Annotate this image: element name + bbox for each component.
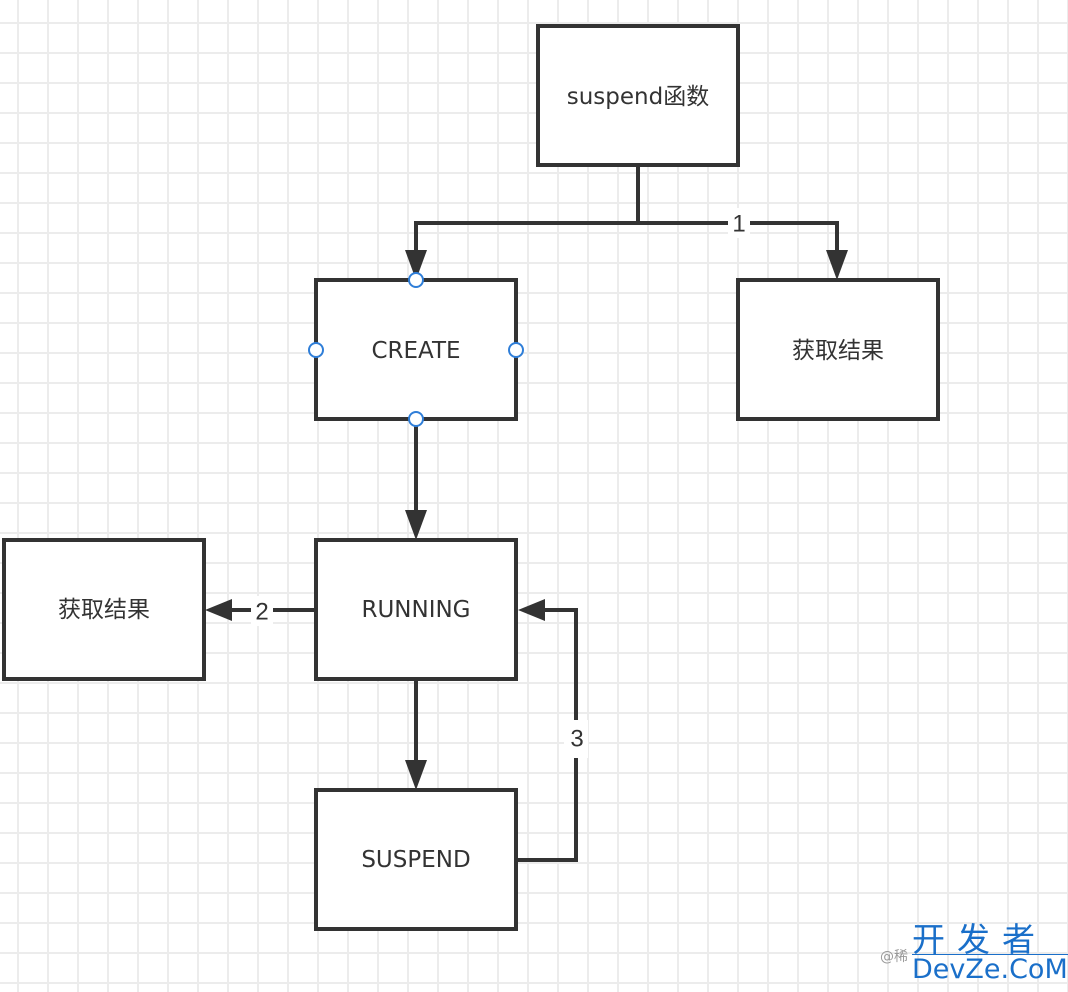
diagram-canvas[interactable]: 1 2 3 suspend函数 CREATE 获取结果 RUNNING 获取结果… bbox=[0, 0, 1068, 992]
edge-suspend-to-running[interactable]: 3 bbox=[516, 599, 588, 862]
arrowhead-icon bbox=[405, 510, 427, 540]
edge-label-1: 1 bbox=[732, 211, 745, 238]
connection-handle-right[interactable] bbox=[508, 342, 524, 358]
node-label: suspend函数 bbox=[567, 84, 709, 110]
watermark-domain: DevZe.CoM bbox=[912, 954, 1068, 985]
edge-create-to-running[interactable] bbox=[405, 420, 427, 540]
arrowhead-icon bbox=[518, 599, 545, 621]
watermark-title: 开发者 bbox=[912, 920, 1047, 959]
edge-label-2: 2 bbox=[255, 599, 268, 626]
node-get-result-1[interactable]: 获取结果 bbox=[736, 278, 940, 421]
arrowhead-icon bbox=[205, 599, 232, 621]
edge-fn-to-result-1[interactable]: 1 bbox=[638, 208, 848, 280]
node-label: RUNNING bbox=[361, 597, 470, 623]
arrowhead-icon bbox=[405, 760, 427, 790]
connection-handle-bottom[interactable] bbox=[408, 411, 424, 427]
node-label: SUSPEND bbox=[361, 847, 470, 873]
edge-running-to-suspend[interactable] bbox=[405, 680, 427, 790]
node-get-result-2[interactable]: 获取结果 bbox=[2, 538, 206, 681]
connection-handle-top[interactable] bbox=[408, 272, 424, 288]
edge-fn-to-create[interactable] bbox=[405, 165, 640, 280]
arrowhead-icon bbox=[826, 250, 848, 280]
node-label: 获取结果 bbox=[792, 338, 884, 364]
node-suspend[interactable]: SUSPEND bbox=[314, 788, 518, 931]
node-create[interactable]: CREATE bbox=[308, 272, 524, 427]
node-label: CREATE bbox=[371, 338, 460, 364]
watermark-prefix: @稀 bbox=[880, 949, 908, 965]
connection-handle-left[interactable] bbox=[308, 342, 324, 358]
node-label: 获取结果 bbox=[58, 597, 150, 623]
edge-running-to-result-2[interactable]: 2 bbox=[205, 596, 316, 626]
node-running[interactable]: RUNNING bbox=[314, 538, 518, 681]
node-suspend-function[interactable]: suspend函数 bbox=[536, 24, 740, 167]
edge-label-3: 3 bbox=[570, 726, 583, 753]
